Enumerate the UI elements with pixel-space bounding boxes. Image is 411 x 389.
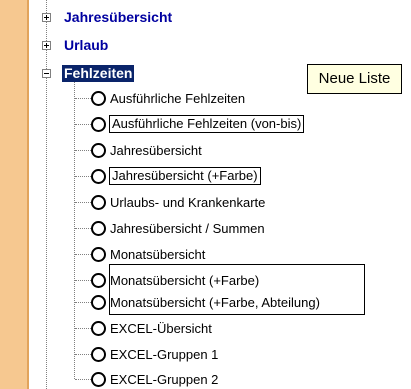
- collapse-fehlzeiten-icon[interactable]: [42, 69, 51, 78]
- tree-item[interactable]: Monatsübersicht (+Farbe): [108, 272, 261, 289]
- radio-icon[interactable]: [91, 143, 106, 158]
- tree-item[interactable]: EXCEL-Gruppen 1: [108, 346, 220, 363]
- tree-group-urlaub[interactable]: Urlaub: [62, 37, 110, 54]
- tree-child-line: [74, 82, 75, 379]
- radio-icon[interactable]: [91, 91, 106, 106]
- left-panel-strip: [0, 0, 27, 389]
- tree-connector: [75, 150, 91, 151]
- tree-root-line: [46, 0, 47, 389]
- tree-item[interactable]: Urlaubs- und Krankenkarte: [108, 194, 267, 211]
- tree-connector: [75, 98, 91, 99]
- tree-connector: [75, 280, 91, 281]
- radio-icon[interactable]: [91, 169, 106, 184]
- radio-icon[interactable]: [91, 221, 106, 236]
- tree-connector: [75, 202, 91, 203]
- tree-connector: [75, 176, 91, 177]
- tree-item[interactable]: Monatsübersicht (+Farbe, Abteilung): [108, 294, 322, 311]
- tree-item[interactable]: Ausführliche Fehlzeiten (von-bis): [109, 115, 305, 133]
- tree-connector: [75, 124, 91, 125]
- tree-group-jahresuebersicht[interactable]: Jahresübersicht: [62, 9, 174, 26]
- report-tree: Jahresübersicht Urlaub Fehlzeiten Ausfüh…: [29, 0, 411, 389]
- expand-jahresuebersicht-icon[interactable]: [42, 13, 51, 22]
- radio-icon[interactable]: [91, 117, 106, 132]
- tree-group-fehlzeiten[interactable]: Fehlzeiten: [62, 65, 135, 82]
- tooltip: Neue Liste: [307, 64, 402, 94]
- radio-icon[interactable]: [91, 195, 106, 210]
- tree-item[interactable]: Jahresübersicht (+Farbe): [109, 167, 261, 185]
- tree-connector: [75, 379, 91, 380]
- tree-item[interactable]: Monatsübersicht: [108, 246, 207, 263]
- radio-icon[interactable]: [91, 347, 106, 362]
- tree-connector: [75, 228, 91, 229]
- radio-icon[interactable]: [91, 321, 106, 336]
- tree-item[interactable]: Jahresübersicht: [108, 142, 204, 159]
- tree-item[interactable]: Jahresübersicht / Summen: [108, 220, 267, 237]
- radio-icon[interactable]: [91, 372, 106, 387]
- radio-icon[interactable]: [91, 273, 106, 288]
- tree-connector: [75, 328, 91, 329]
- expand-urlaub-icon[interactable]: [42, 41, 51, 50]
- tree-item[interactable]: EXCEL-Gruppen 2: [108, 371, 220, 388]
- tree-connector: [75, 302, 91, 303]
- radio-icon[interactable]: [91, 247, 106, 262]
- tree-connector: [75, 354, 91, 355]
- tree-item[interactable]: EXCEL-Übersicht: [108, 320, 214, 337]
- tree-connector: [75, 254, 91, 255]
- tree-item[interactable]: Ausführliche Fehlzeiten: [108, 90, 247, 107]
- radio-icon[interactable]: [91, 295, 106, 310]
